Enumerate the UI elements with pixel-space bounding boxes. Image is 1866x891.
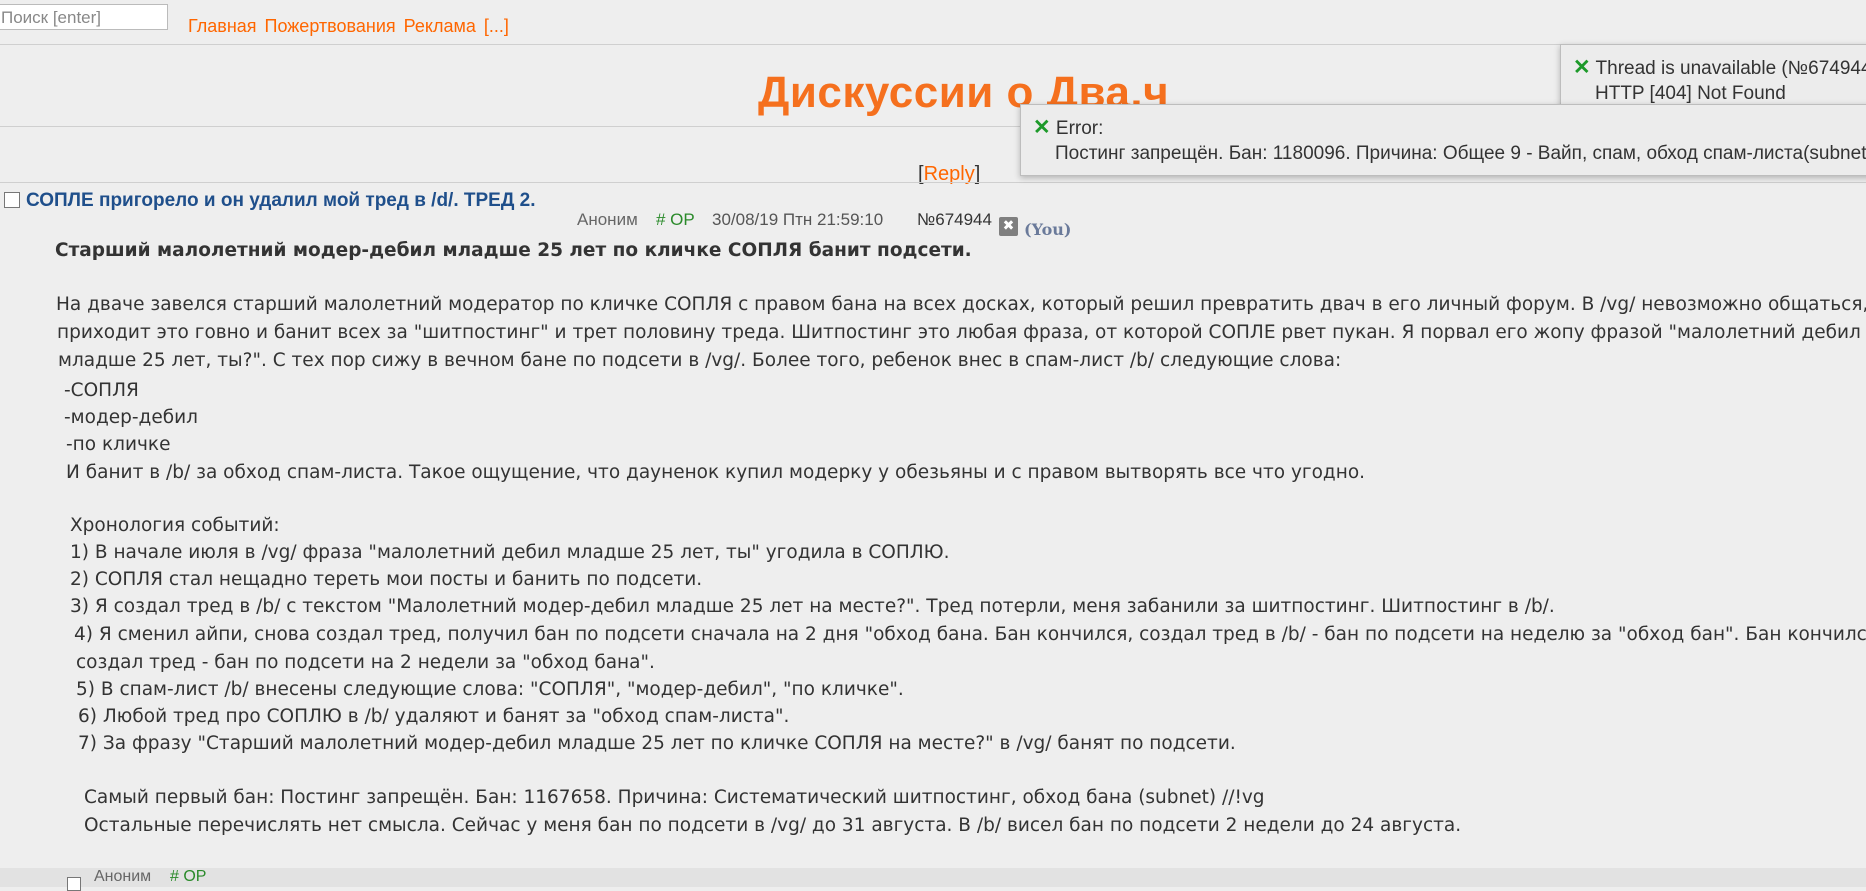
- notification-title: Thread is unavailable (№674944): [1595, 58, 1866, 79]
- notification-title: Error:: [1055, 118, 1104, 139]
- you-marker: (You): [1024, 220, 1072, 239]
- next-post-checkbox[interactable]: [67, 877, 81, 891]
- next-post-header: Аноним # OP: [0, 868, 1866, 887]
- post-line: -модер-дебил: [64, 407, 198, 428]
- post-line: 1) В начале июля в /vg/ фраза "малолетни…: [70, 542, 950, 563]
- search-input[interactable]: Поиск [enter]: [0, 4, 168, 30]
- next-post-author: Аноним: [94, 868, 152, 885]
- post-line: 6) Любой тред про СОПЛЮ в /b/ удаляют и …: [78, 706, 790, 727]
- close-icon[interactable]: ✕: [1033, 116, 1051, 139]
- post-line: Остальные перечислять нет смысла. Сейчас…: [84, 815, 1462, 836]
- post-checkbox[interactable]: [4, 192, 20, 208]
- nav-link-ads[interactable]: Реклама: [404, 16, 476, 36]
- post-line: На дваче завелся старший малолетний моде…: [56, 294, 1866, 315]
- notification-line: ✕ Error:: [1033, 115, 1103, 140]
- post-subject: СОПЛЕ пригорело и он удалил мой тред в /…: [26, 190, 536, 211]
- post-line: -СОПЛЯ: [64, 380, 139, 401]
- post-line: приходит это говно и банит всех за "шитп…: [57, 322, 1861, 343]
- reply-divider: [0, 182, 1866, 183]
- post-author: Аноним: [577, 210, 638, 229]
- delete-icon[interactable]: ✖: [999, 217, 1018, 236]
- post-line: -по кличке: [66, 434, 171, 455]
- nav-link-home[interactable]: Главная: [188, 16, 257, 36]
- post-line: Самый первый бан: Постинг запрещён. Бан:…: [84, 787, 1265, 808]
- post-line: 2) СОПЛЯ стал нещадно тереть мои посты и…: [70, 569, 703, 590]
- post-line: И банит в /b/ за обход спам-листа. Такое…: [66, 462, 1366, 483]
- post-line: Старший малолетний модер-дебил младше 25…: [55, 240, 972, 261]
- close-icon[interactable]: ✕: [1573, 56, 1591, 79]
- top-nav: Главная Пожертвования Реклама [...]: [188, 16, 517, 37]
- post-line: создал тред - бан по подсети на 2 недели…: [76, 652, 655, 673]
- nav-link-more[interactable]: [...]: [484, 16, 509, 36]
- post-line: Хронология событий:: [70, 515, 280, 536]
- notification-text: Постинг запрещён. Бан: 1180096. Причина:…: [1055, 143, 1866, 164]
- notification-text: HTTP [404] Not Found: [1595, 83, 1786, 104]
- next-post-op: # OP: [170, 868, 207, 885]
- post-number[interactable]: №674944: [917, 210, 992, 230]
- post-line: 7) За фразу "Старший малолетний модер-де…: [78, 733, 1236, 754]
- post-line: 4) Я сменил айпи, снова создал тред, пол…: [74, 624, 1866, 645]
- notification-error[interactable]: ✕ Error: Постинг запрещён. Бан: 1180096.…: [1020, 104, 1866, 176]
- post-line: младше 25 лет, ты?". С тех пор сижу в ве…: [58, 350, 1342, 371]
- post-line: 3) Я создал тред в /b/ с текстом "Малоле…: [70, 596, 1555, 617]
- nav-link-donations[interactable]: Пожертвования: [265, 16, 396, 36]
- notification-line: ✕ Thread is unavailable (№674944): [1573, 55, 1866, 80]
- post-date: 30/08/19 Птн 21:59:10: [712, 210, 884, 229]
- op-badge: # OP: [656, 210, 695, 229]
- post-line: 5) В спам-лист /b/ внесены следующие сло…: [76, 679, 904, 700]
